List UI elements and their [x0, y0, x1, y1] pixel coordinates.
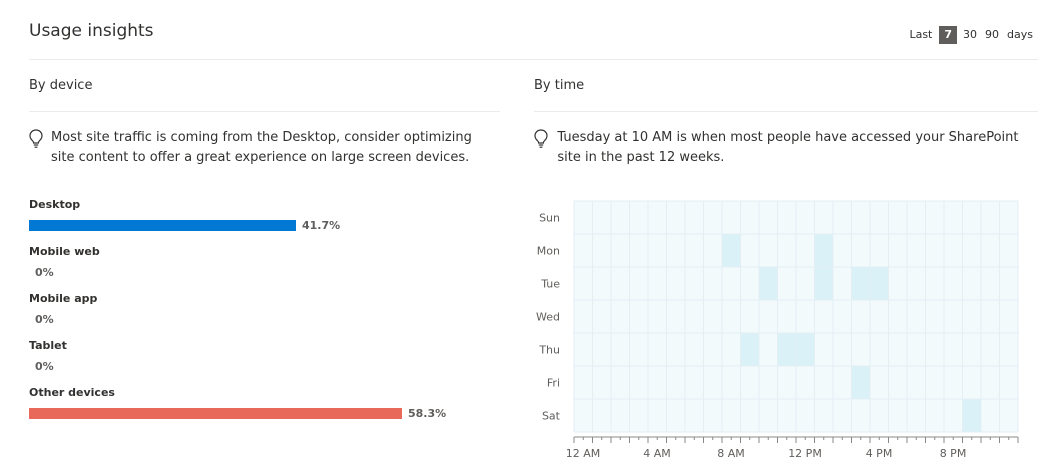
- range-option-7[interactable]: 7: [939, 26, 958, 44]
- device-label: Mobile app: [29, 292, 98, 305]
- heatmap-cell-mon-8: [722, 234, 741, 267]
- range-label: Last: [909, 28, 933, 41]
- device-row-tablet: Tablet 0%: [29, 339, 499, 373]
- device-percent: 58.3%: [408, 406, 447, 420]
- heatmap-cell-thu-11: [777, 333, 796, 366]
- hour-label: 4 AM: [643, 447, 671, 460]
- device-label: Other devices: [29, 386, 115, 399]
- by-time-insight: Tuesday at 10 AM is when most people hav…: [534, 128, 1044, 168]
- heatmap-cell-tue-13: [814, 267, 833, 300]
- day-label-wed: Wed: [536, 311, 560, 324]
- by-device-title: By device: [29, 78, 93, 93]
- device-percent: 41.7%: [302, 218, 341, 232]
- device-label: Mobile web: [29, 245, 100, 258]
- heatmap-cell-thu-9: [740, 333, 759, 366]
- hour-label: 12 AM: [566, 447, 601, 460]
- heatmap-cell-tue-15: [851, 267, 870, 300]
- day-label-thu: Thu: [538, 344, 560, 357]
- heatmap-cell-thu-12: [796, 333, 815, 366]
- heatmap-background: [574, 201, 1018, 432]
- day-label-mon: Mon: [537, 245, 560, 258]
- header-divider: [29, 59, 1038, 60]
- device-label: Tablet: [29, 339, 67, 352]
- heatmap-cell-tue-10: [759, 267, 778, 300]
- heatmap-cell-mon-13: [814, 234, 833, 267]
- hour-label: 12 PM: [788, 447, 822, 460]
- heatmap-cell-fri-15: [851, 366, 870, 399]
- device-label: Desktop: [29, 198, 81, 211]
- range-suffix: days: [1007, 28, 1033, 41]
- by-device-divider: [29, 111, 500, 112]
- page-title: Usage insights: [29, 21, 154, 41]
- device-bar: [29, 219, 296, 231]
- day-label-sun: Sun: [539, 212, 560, 225]
- hour-label: 8 AM: [717, 447, 745, 460]
- device-row-other-devices: Other devices 58.3%: [29, 386, 499, 420]
- by-time-title: By time: [534, 78, 585, 93]
- device-bar: [29, 407, 402, 419]
- by-time-divider: [534, 111, 1038, 112]
- lightbulb-icon: [534, 128, 549, 168]
- device-percent: 0%: [35, 312, 54, 326]
- hour-label: 8 PM: [940, 447, 967, 460]
- day-label-fri: Fri: [547, 377, 560, 390]
- device-row-mobile-web: Mobile web 0%: [29, 245, 499, 279]
- date-range-selector: Last 7 30 90 days: [905, 26, 1038, 44]
- device-row-desktop: Desktop 41.7%: [29, 198, 499, 232]
- day-label-sat: Sat: [542, 410, 561, 423]
- by-time-insight-text: Tuesday at 10 AM is when most people hav…: [557, 130, 1019, 165]
- day-label-tue: Tue: [540, 278, 560, 291]
- range-option-90[interactable]: 90: [981, 26, 1003, 44]
- device-percent: 0%: [35, 265, 54, 279]
- range-option-30[interactable]: 30: [959, 26, 981, 44]
- by-device-insight: Most site traffic is coming from the Des…: [29, 128, 499, 168]
- lightbulb-icon: [29, 128, 43, 168]
- by-device-insight-text: Most site traffic is coming from the Des…: [51, 130, 472, 165]
- heatmap-cell-tue-16: [870, 267, 889, 300]
- device-percent: 0%: [35, 359, 54, 373]
- heatmap-cell-sat-21: [962, 399, 981, 432]
- hour-label: 4 PM: [866, 447, 893, 460]
- device-row-mobile-app: Mobile app 0%: [29, 292, 499, 326]
